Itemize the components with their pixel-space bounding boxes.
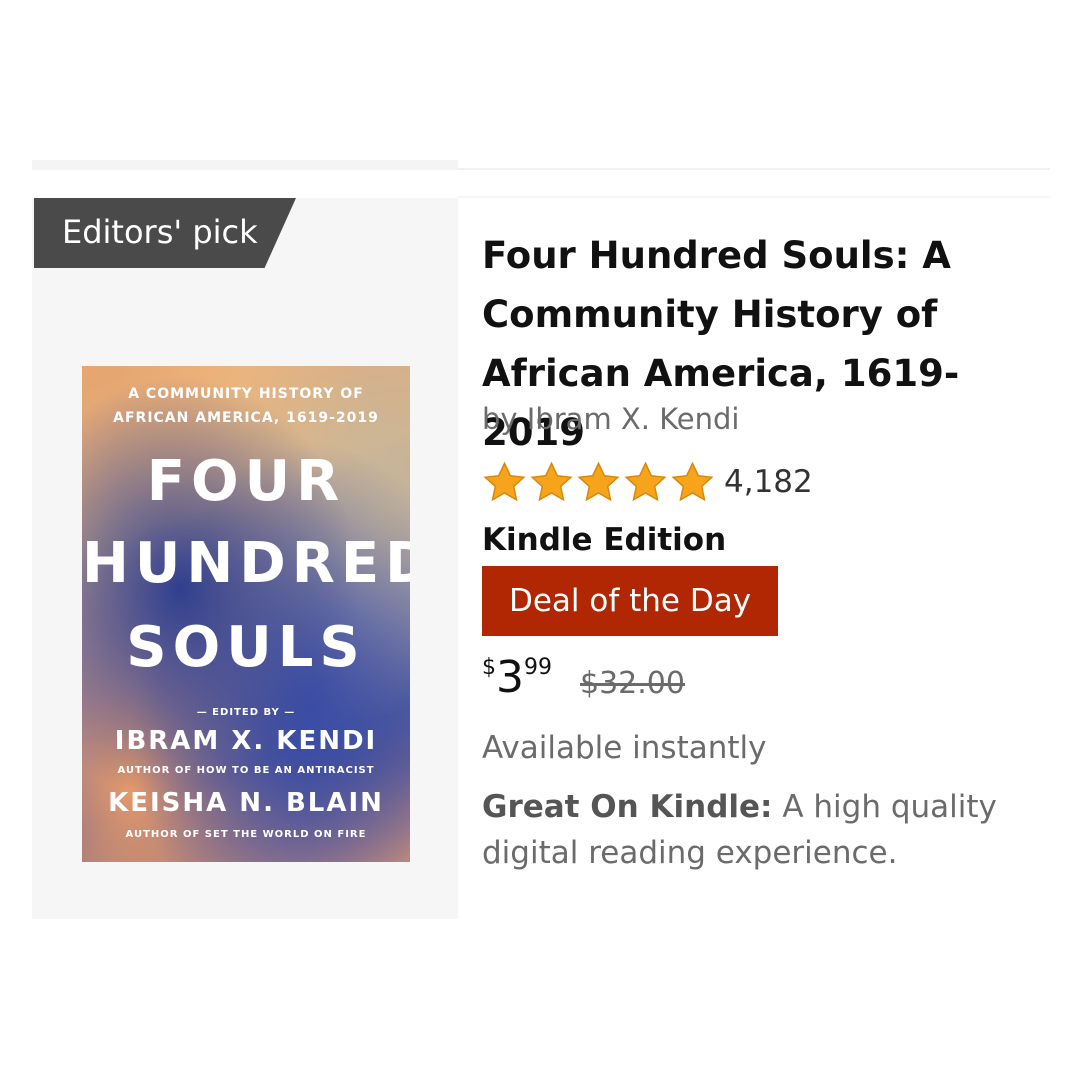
cover-edited-by: — EDITED BY — [196, 707, 296, 718]
editors-pick-label: Editors' pick [62, 213, 258, 251]
price-whole: 3 [496, 652, 524, 703]
product-author[interactable]: by Ibram X. Kendi [482, 402, 739, 436]
price-fraction: 99 [524, 655, 552, 680]
star-rating[interactable] [482, 460, 715, 505]
cover-editor-note: AUTHOR OF SET THE WORLD ON FIRE [125, 829, 367, 840]
cover-title-line: HUNDRED [82, 531, 410, 596]
star-icon [483, 461, 526, 502]
price-symbol: $ [482, 655, 496, 680]
book-cover-image[interactable]: A COMMUNITY HISTORY OF AFRICAN AMERICA, … [82, 366, 410, 862]
star-icon [624, 461, 667, 502]
deal-of-the-day-badge: Deal of the Day [482, 566, 778, 636]
cover-subtitle-line: AFRICAN AMERICA, 1619-2019 [113, 410, 379, 426]
list-price: $32.00 [580, 666, 685, 701]
section-divider [458, 196, 1050, 198]
cover-editor-note: AUTHOR OF HOW TO BE AN ANTIRACIST [117, 765, 375, 776]
product-format: Kindle Edition [482, 522, 727, 558]
current-price: $399 [482, 652, 552, 703]
rating-count[interactable]: 4,182 [724, 464, 813, 500]
section-divider [32, 160, 458, 170]
availability-text: Available instantly [482, 730, 767, 766]
feature-label: Great On Kindle: [482, 789, 773, 825]
star-icon [530, 461, 573, 502]
star-icon [577, 461, 620, 502]
cover-title-line: SOULS [126, 615, 366, 680]
kindle-feature-text: Great On Kindle: A high quality digital … [482, 784, 1022, 876]
cover-editor-name: IBRAM X. KENDI [114, 726, 378, 756]
cover-title-line: FOUR [146, 449, 346, 514]
star-icon [671, 461, 714, 502]
cover-editor-name: KEISHA N. BLAIN [108, 788, 384, 818]
section-divider [458, 168, 1050, 170]
cover-subtitle-line: A COMMUNITY HISTORY OF [128, 386, 364, 402]
